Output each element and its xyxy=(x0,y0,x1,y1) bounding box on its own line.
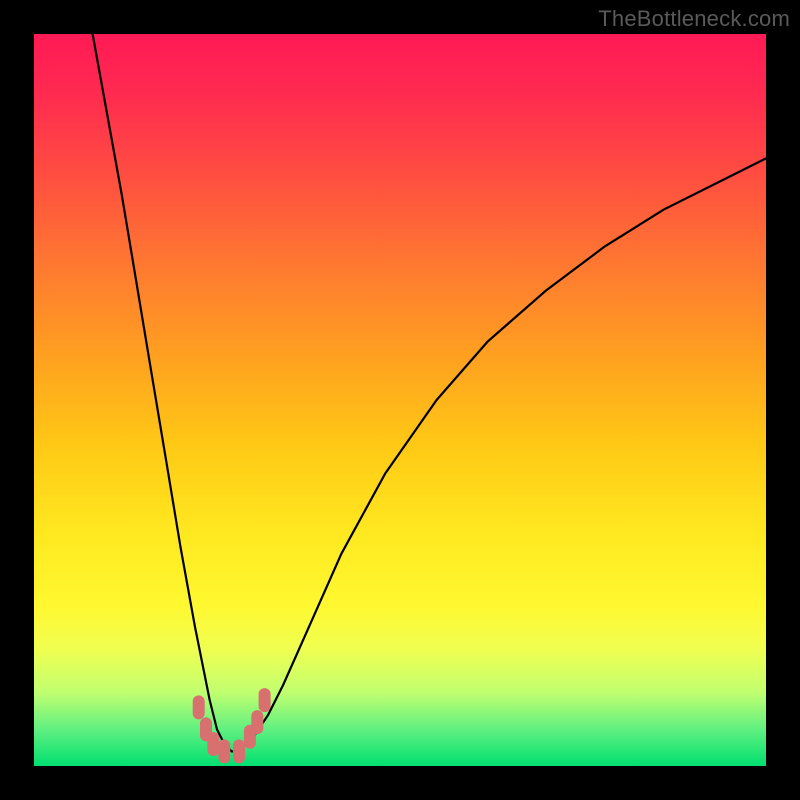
watermark-text: TheBottleneck.com xyxy=(598,6,790,32)
curve-marker xyxy=(251,710,263,734)
chart-container: TheBottleneck.com xyxy=(0,0,800,800)
plot-area xyxy=(34,34,766,766)
curve-marker xyxy=(259,688,271,712)
curve-marker xyxy=(207,732,219,756)
curve-marker xyxy=(193,695,205,719)
curve-marker xyxy=(218,739,230,763)
curve-marker xyxy=(233,739,245,763)
bottleneck-curve xyxy=(93,34,766,751)
chart-svg xyxy=(34,34,766,766)
